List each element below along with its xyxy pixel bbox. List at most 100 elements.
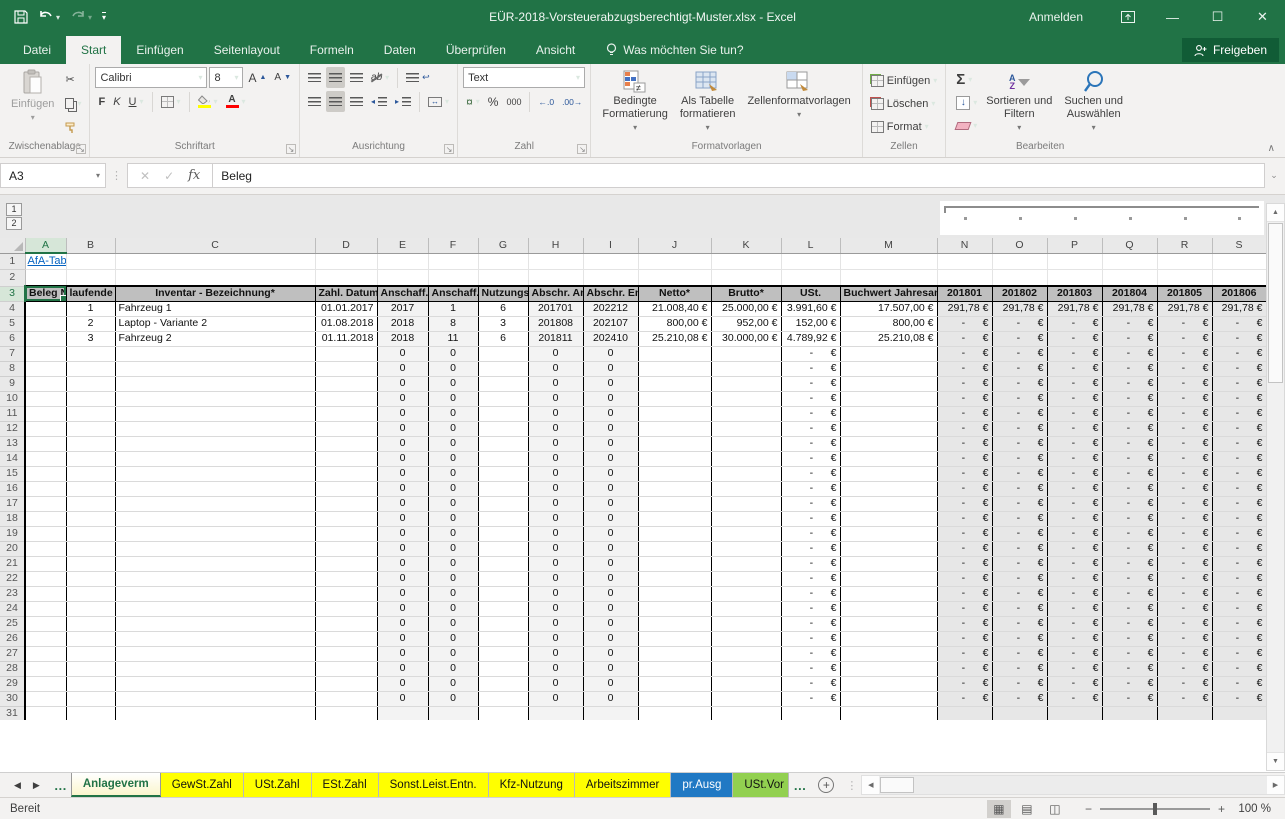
cell-R24[interactable]: - € xyxy=(1157,601,1212,616)
cell-F6[interactable]: 11 xyxy=(428,331,478,346)
cell-I6[interactable]: 202410 xyxy=(583,331,638,346)
cell-O25[interactable]: - € xyxy=(992,616,1047,631)
cell-D8[interactable] xyxy=(315,361,377,376)
outline-level-1-button[interactable]: 1 xyxy=(6,203,22,216)
cell-E4[interactable]: 2017 xyxy=(377,301,428,316)
cell-D24[interactable] xyxy=(315,601,377,616)
cell-B20[interactable] xyxy=(66,541,115,556)
row-header-21[interactable]: 21 xyxy=(0,556,25,571)
cell-S13[interactable]: - € xyxy=(1212,436,1266,451)
cell-S16[interactable]: - € xyxy=(1212,481,1266,496)
cell-M13[interactable] xyxy=(840,436,937,451)
cell-D20[interactable] xyxy=(315,541,377,556)
cell-B29[interactable] xyxy=(66,676,115,691)
cell-G4[interactable]: 6 xyxy=(478,301,528,316)
cell-K11[interactable] xyxy=(711,406,781,421)
cell-A20[interactable] xyxy=(25,541,66,556)
cell-D31[interactable] xyxy=(315,706,377,720)
cell-A11[interactable] xyxy=(25,406,66,421)
decrease-decimal-button[interactable]: .00→ xyxy=(559,91,585,112)
cell-P25[interactable]: - € xyxy=(1047,616,1102,631)
cell-G8[interactable] xyxy=(478,361,528,376)
cancel-icon[interactable]: ✕ xyxy=(140,169,150,183)
cell-E9[interactable]: 0 xyxy=(377,376,428,391)
cell-S23[interactable]: - € xyxy=(1212,586,1266,601)
cell-F22[interactable]: 0 xyxy=(428,571,478,586)
cell-K15[interactable] xyxy=(711,466,781,481)
cell-F28[interactable]: 0 xyxy=(428,661,478,676)
cell-M7[interactable] xyxy=(840,346,937,361)
cell-L7[interactable]: - € xyxy=(781,346,840,361)
zoom-in-icon[interactable]: + xyxy=(1218,802,1225,816)
cell-C31[interactable] xyxy=(115,706,315,720)
underline-button[interactable]: U▾ xyxy=(126,91,147,112)
cell-D5[interactable]: 01.08.2018 xyxy=(315,316,377,331)
cell-P15[interactable]: - € xyxy=(1047,466,1102,481)
cell-C30[interactable] xyxy=(115,691,315,706)
cell-P4[interactable]: 291,78 € xyxy=(1047,301,1102,316)
cell-I2[interactable] xyxy=(583,269,638,286)
cell-M31[interactable] xyxy=(840,706,937,720)
cell-H4[interactable]: 201701 xyxy=(528,301,583,316)
cell-R3[interactable]: 201805 xyxy=(1157,286,1212,301)
cell-Q22[interactable]: - € xyxy=(1102,571,1157,586)
cell-N9[interactable]: - € xyxy=(937,376,992,391)
cell-G13[interactable] xyxy=(478,436,528,451)
cell-A13[interactable] xyxy=(25,436,66,451)
cell-R26[interactable]: - € xyxy=(1157,631,1212,646)
cell-Q12[interactable]: - € xyxy=(1102,421,1157,436)
row-header-13[interactable]: 13 xyxy=(0,436,25,451)
cell-K6[interactable]: 30.000,00 € xyxy=(711,331,781,346)
cell-P7[interactable]: - € xyxy=(1047,346,1102,361)
cell-F4[interactable]: 1 xyxy=(428,301,478,316)
cell-K2[interactable] xyxy=(711,269,781,286)
cell-J26[interactable] xyxy=(638,631,711,646)
cell-F1[interactable] xyxy=(428,253,478,269)
column-group-dot[interactable] xyxy=(964,217,967,220)
cell-G2[interactable] xyxy=(478,269,528,286)
cell-H12[interactable]: 0 xyxy=(528,421,583,436)
cell-O17[interactable]: - € xyxy=(992,496,1047,511)
cell-G5[interactable]: 3 xyxy=(478,316,528,331)
align-center-button[interactable] xyxy=(326,91,345,112)
cell-E12[interactable]: 0 xyxy=(377,421,428,436)
cell-N30[interactable]: - € xyxy=(937,691,992,706)
cell-L26[interactable]: - € xyxy=(781,631,840,646)
cell-H20[interactable]: 0 xyxy=(528,541,583,556)
cell-H18[interactable]: 0 xyxy=(528,511,583,526)
cell-E10[interactable]: 0 xyxy=(377,391,428,406)
cell-J20[interactable] xyxy=(638,541,711,556)
cell-N20[interactable]: - € xyxy=(937,541,992,556)
cell-A29[interactable] xyxy=(25,676,66,691)
align-middle-button[interactable] xyxy=(326,67,345,88)
cell-P30[interactable]: - € xyxy=(1047,691,1102,706)
sheet-nav-left-icon[interactable]: ◀ xyxy=(14,780,21,791)
cell-P16[interactable]: - € xyxy=(1047,481,1102,496)
cell-O16[interactable]: - € xyxy=(992,481,1047,496)
cell-H19[interactable]: 0 xyxy=(528,526,583,541)
cell-K16[interactable] xyxy=(711,481,781,496)
row-header-16[interactable]: 16 xyxy=(0,481,25,496)
cell-G7[interactable] xyxy=(478,346,528,361)
cell-D30[interactable] xyxy=(315,691,377,706)
cell-F26[interactable]: 0 xyxy=(428,631,478,646)
cell-C17[interactable] xyxy=(115,496,315,511)
cell-C12[interactable] xyxy=(115,421,315,436)
cell-Q2[interactable] xyxy=(1102,269,1157,286)
cell-C25[interactable] xyxy=(115,616,315,631)
align-right-button[interactable] xyxy=(347,91,366,112)
cell-Q16[interactable]: - € xyxy=(1102,481,1157,496)
cell-P18[interactable]: - € xyxy=(1047,511,1102,526)
cell-L19[interactable]: - € xyxy=(781,526,840,541)
cell-R8[interactable]: - € xyxy=(1157,361,1212,376)
cell-R10[interactable]: - € xyxy=(1157,391,1212,406)
ribbon-tab-einfügen[interactable]: Einfügen xyxy=(121,36,198,64)
cell-C5[interactable]: Laptop - Variante 2 xyxy=(115,316,315,331)
cell-L4[interactable]: 3.991,60 € xyxy=(781,301,840,316)
cell-B25[interactable] xyxy=(66,616,115,631)
cell-M4[interactable]: 17.507,00 € xyxy=(840,301,937,316)
cell-H9[interactable]: 0 xyxy=(528,376,583,391)
cell-A8[interactable] xyxy=(25,361,66,376)
cell-J27[interactable] xyxy=(638,646,711,661)
increase-font-icon[interactable]: A▲ xyxy=(245,67,269,88)
